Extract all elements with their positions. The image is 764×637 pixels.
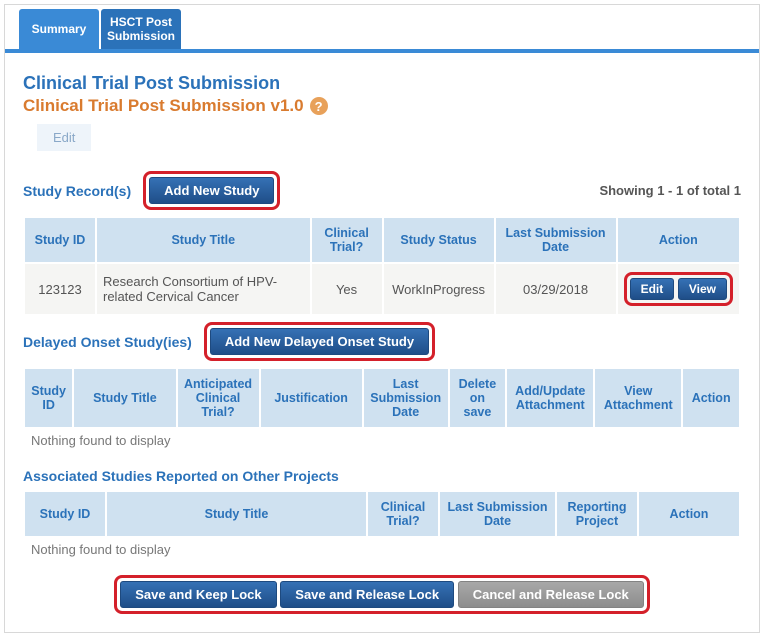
cell-actions: Edit View [618,264,739,314]
col-a-id: Study ID [25,492,105,536]
col-d-id: Study ID [25,369,72,427]
view-button[interactable]: View [678,278,727,300]
content-area: Clinical Trial Post Submission Clinical … [5,53,759,632]
col-study-title: Study Title [97,218,310,262]
add-new-delayed-onset-button[interactable]: Add New Delayed Onset Study [210,328,429,355]
cell-clinical: Yes [312,264,382,314]
col-d-delete: Delete on save [450,369,506,427]
col-study-status: Study Status [384,218,494,262]
save-and-release-lock-button[interactable]: Save and Release Lock [280,581,454,608]
col-a-clinical: Clinical Trial? [368,492,438,536]
col-action: Action [618,218,739,262]
highlight-add-new-study: Add New Study [143,171,280,210]
study-records-title: Study Record(s) [23,183,131,199]
col-d-last: Last Submission Date [364,369,448,427]
tab-bar: Summary HSCT Post Submission [5,5,759,49]
delayed-onset-table: Study ID Study Title Anticipated Clinica… [23,367,741,454]
help-icon[interactable]: ? [310,97,328,115]
highlight-bottom-actions: Save and Keep Lock Save and Release Lock… [114,575,650,614]
col-d-anticipated: Anticipated Clinical Trial? [178,369,259,427]
tab-summary[interactable]: Summary [19,9,99,49]
col-a-title: Study Title [107,492,366,536]
page-subheading: Clinical Trial Post Submission v1.0 ? [23,96,741,116]
col-last-submission: Last Submission Date [496,218,616,262]
edit-link[interactable]: Edit [37,124,91,151]
empty-text: Nothing found to display [25,538,739,561]
col-a-last: Last Submission Date [440,492,555,536]
page-heading: Clinical Trial Post Submission [23,73,741,94]
cell-status: WorkInProgress [384,264,494,314]
associated-title: Associated Studies Reported on Other Pro… [23,468,741,484]
empty-row: Nothing found to display [25,538,739,561]
edit-button[interactable]: Edit [630,278,675,300]
cell-last-date: 03/29/2018 [496,264,616,314]
page-container: Summary HSCT Post Submission Clinical Tr… [4,4,760,633]
version-text: Clinical Trial Post Submission v1.0 [23,96,304,116]
col-a-reporting: Reporting Project [557,492,637,536]
col-a-action: Action [639,492,739,536]
delayed-onset-header: Delayed Onset Study(ies) Add New Delayed… [23,322,741,361]
cancel-and-release-lock-button[interactable]: Cancel and Release Lock [458,581,644,608]
col-clinical-trial: Clinical Trial? [312,218,382,262]
col-d-title: Study Title [74,369,175,427]
table-row: 123123 Research Consortium of HPV-relate… [25,264,739,314]
showing-text: Showing 1 - 1 of total 1 [599,183,741,198]
cell-study-id: 123123 [25,264,95,314]
highlight-edit-view: Edit View [624,272,733,306]
delayed-onset-title: Delayed Onset Study(ies) [23,334,192,350]
add-new-study-button[interactable]: Add New Study [149,177,274,204]
col-d-addupd: Add/Update Attachment [507,369,593,427]
tab-hsct-post-submission[interactable]: HSCT Post Submission [101,9,181,49]
empty-row: Nothing found to display [25,429,739,452]
col-d-justification: Justification [261,369,362,427]
study-records-header: Study Record(s) Add New Study Showing 1 … [23,171,741,210]
col-study-id: Study ID [25,218,95,262]
highlight-add-delayed: Add New Delayed Onset Study [204,322,435,361]
save-and-keep-lock-button[interactable]: Save and Keep Lock [120,581,276,608]
associated-table: Study ID Study Title Clinical Trial? Las… [23,490,741,563]
cell-study-title: Research Consortium of HPV-related Cervi… [97,264,310,314]
study-records-table: Study ID Study Title Clinical Trial? Stu… [23,216,741,316]
col-d-viewatt: View Attachment [595,369,681,427]
empty-text: Nothing found to display [25,429,739,452]
bottom-action-bar: Save and Keep Lock Save and Release Lock… [23,575,741,614]
col-d-action: Action [683,369,739,427]
